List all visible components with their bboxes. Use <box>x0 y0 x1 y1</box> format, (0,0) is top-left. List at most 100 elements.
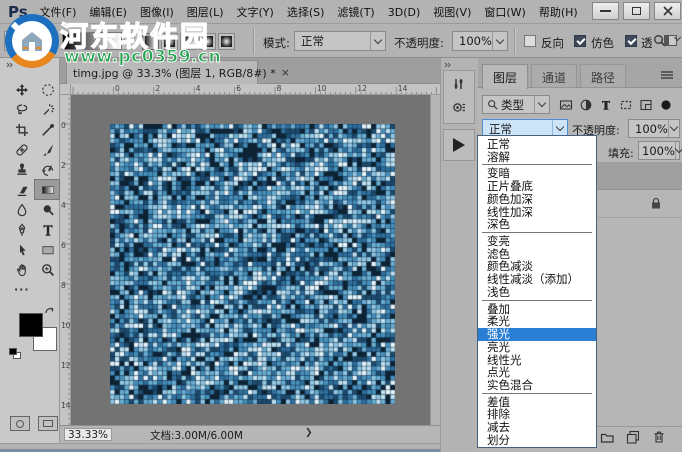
history-brush-icon <box>42 164 54 176</box>
eyedropper-tool[interactable] <box>36 121 60 139</box>
blend-option-正常[interactable]: 正常 <box>478 138 596 151</box>
status-arrow[interactable]: ❯ <box>305 428 313 438</box>
hruler-num: 2 <box>155 84 161 93</box>
zoom-field[interactable]: 33.33% <box>64 428 112 441</box>
transparency-label: 透 <box>641 36 653 50</box>
vertical-ruler <box>60 95 71 425</box>
type-filter-icon[interactable] <box>596 95 616 114</box>
actions-panel-icon[interactable] <box>453 138 465 152</box>
panel-icon-1[interactable] <box>450 76 468 92</box>
vruler-num: 6 <box>61 241 66 250</box>
blend-option-变亮[interactable]: 变亮 <box>478 235 596 248</box>
dither-label: 仿色 <box>591 36 614 50</box>
tab-channels[interactable]: 通道 <box>531 64 578 88</box>
default-colors-icon[interactable] <box>9 348 22 359</box>
ruler-corner <box>60 84 71 95</box>
blend-option-浅色[interactable]: 浅色 <box>478 286 596 299</box>
tab-paths[interactable]: 路径 <box>580 64 627 88</box>
crop-tool[interactable] <box>10 121 34 139</box>
lasso-tool[interactable] <box>10 101 34 119</box>
foreground-color-swatch[interactable] <box>19 313 43 337</box>
maximize-button[interactable] <box>623 2 650 20</box>
brush-tool[interactable] <box>36 141 60 159</box>
brush-icon <box>43 144 54 156</box>
fill-select[interactable]: 100% <box>638 141 682 160</box>
delete-button[interactable] <box>646 429 672 445</box>
filter-toggle-icon[interactable] <box>656 95 676 114</box>
menu-4[interactable]: 文字(Y) <box>230 4 280 20</box>
search-icon <box>488 100 498 110</box>
adjustment-filter-icon[interactable] <box>576 95 596 114</box>
menu-5[interactable]: 选择(S) <box>280 4 331 20</box>
rectangle-tool[interactable] <box>36 241 60 259</box>
lasso-icon <box>16 104 28 115</box>
menu-separator <box>482 392 592 394</box>
screen-mode-button[interactable] <box>38 416 58 431</box>
tab-layers-label: 图层 <box>493 71 518 85</box>
edit-toolbar-button[interactable]: ··· <box>14 283 30 296</box>
menu-9[interactable]: 窗口(W) <box>478 4 532 20</box>
zoom-tool[interactable] <box>36 261 60 279</box>
document-image[interactable] <box>110 124 395 404</box>
mode-select[interactable]: 正常 <box>294 31 386 51</box>
blend-option-强光[interactable]: 强光 <box>478 328 596 341</box>
eraser-tool[interactable] <box>10 181 34 199</box>
fill-label: 填充: <box>608 147 634 160</box>
blur-tool[interactable] <box>10 201 34 219</box>
dither-checkbox[interactable] <box>574 35 586 47</box>
reverse-checkbox[interactable] <box>524 35 536 47</box>
tab-layers[interactable]: 图层 <box>482 64 529 89</box>
blur-icon <box>17 203 27 217</box>
blend-option-溶解[interactable]: 溶解 <box>478 150 596 164</box>
transparency-checkbox[interactable] <box>625 35 637 47</box>
type-tool[interactable] <box>36 221 60 239</box>
hand-tool[interactable] <box>10 261 34 279</box>
menu-6[interactable]: 滤镜(T) <box>331 4 381 20</box>
blend-option-亮光[interactable]: 亮光 <box>478 341 596 354</box>
panel-icon-2[interactable] <box>450 100 468 116</box>
marquee-tool[interactable] <box>36 81 60 99</box>
path-select-tool[interactable] <box>10 241 34 259</box>
canvas-scrollbar[interactable] <box>430 95 440 425</box>
move-tool[interactable] <box>10 81 34 99</box>
maximize-icon <box>632 7 641 15</box>
swap-colors-icon[interactable] <box>44 306 56 318</box>
blend-option-线性减淡（添加）[interactable]: 线性减淡（添加） <box>478 273 596 286</box>
gradient-tool[interactable] <box>36 181 60 199</box>
vruler-num: 10 <box>61 321 71 330</box>
blend-option-颜色加深[interactable]: 颜色加深 <box>478 193 596 206</box>
blend-option-实色混合[interactable]: 实色混合 <box>478 379 596 392</box>
healing-brush-tool[interactable] <box>10 141 34 159</box>
folder-button[interactable] <box>594 429 620 445</box>
panel-menu-icon[interactable] <box>660 70 674 80</box>
strip-collapse-icon[interactable] <box>444 62 454 68</box>
magic-wand-tool[interactable] <box>36 101 60 119</box>
new-layer-button[interactable] <box>620 429 646 445</box>
clone-stamp-tool[interactable] <box>10 161 34 179</box>
blend-option-划分[interactable]: 划分 <box>478 434 596 447</box>
minimize-icon <box>600 10 611 12</box>
layer-filter-select[interactable]: 类型 <box>482 95 550 114</box>
quick-mask-button[interactable] <box>10 416 30 431</box>
menu-10[interactable]: 帮助(H) <box>532 4 584 20</box>
shape-filter-icon[interactable] <box>616 95 636 114</box>
smart-object-filter-icon[interactable] <box>636 95 656 114</box>
vruler-num: 4 <box>61 201 66 210</box>
minimize-button[interactable] <box>592 2 619 20</box>
menu-7[interactable]: 3D(D) <box>381 6 427 19</box>
toolbar-collapse-icon[interactable] <box>6 62 16 68</box>
marquee-icon <box>42 84 54 96</box>
layer-opacity-select[interactable]: 100% <box>628 119 680 138</box>
dodge-tool[interactable] <box>36 201 60 219</box>
hruler-num: 14 <box>397 84 408 93</box>
history-brush-tool[interactable] <box>36 161 60 179</box>
pen-tool[interactable] <box>10 221 34 239</box>
menu-8[interactable]: 视图(V) <box>427 4 478 20</box>
opacity-select[interactable]: 100% <box>452 31 508 51</box>
tab-close-icon[interactable]: × <box>281 66 290 79</box>
pixel-filter-icon[interactable] <box>556 95 576 114</box>
blend-option-深色[interactable]: 深色 <box>478 218 596 231</box>
blend-option-正片叠底[interactable]: 正片叠底 <box>478 180 596 193</box>
blend-option-减去[interactable]: 减去 <box>478 421 596 434</box>
close-button[interactable] <box>654 2 681 20</box>
